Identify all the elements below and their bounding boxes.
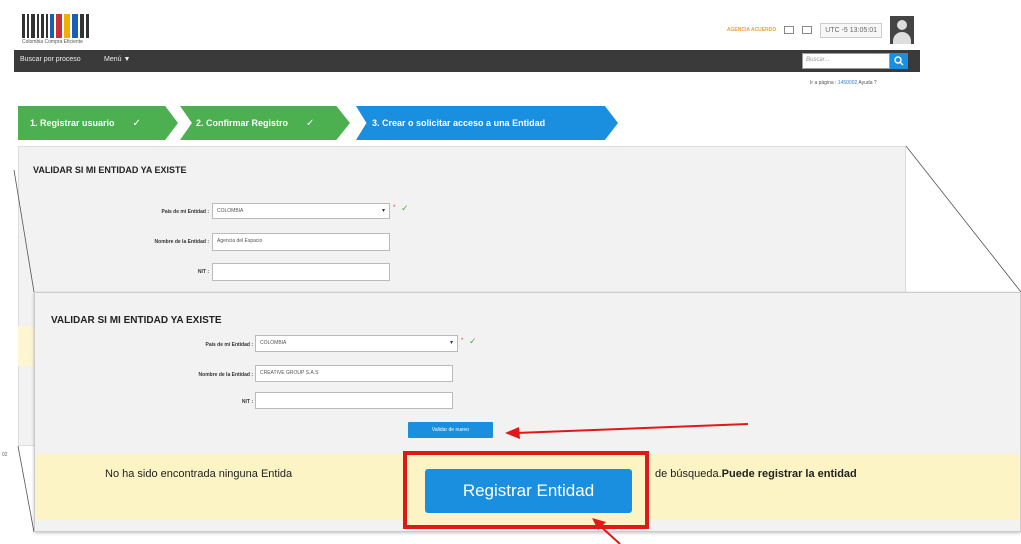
nit-input[interactable] <box>255 392 453 409</box>
country-label: País de mi Entidad : <box>205 342 253 348</box>
valid-check-icon: ✓ <box>469 336 477 346</box>
register-highlight-box: Registrar Entidad <box>403 451 649 529</box>
validate-again-button[interactable]: Validar de nuevo <box>408 422 493 438</box>
register-entity-button[interactable]: Registrar Entidad <box>425 469 632 513</box>
nit-label: NIT : <box>241 399 253 405</box>
result-message-end-text: de búsqueda. <box>655 468 722 480</box>
result-message-end: de búsqueda.Puede registrar la entidad <box>655 468 857 480</box>
result-message-bold: Puede registrar la entidad <box>721 468 857 480</box>
required-marker: * <box>461 338 464 344</box>
country-value: COLOMBIA <box>260 340 287 346</box>
entity-name-input[interactable]: CREATIVE GROUP S.A.S <box>255 365 453 382</box>
country-select[interactable]: COLOMBIA ▾ <box>255 335 458 352</box>
chevron-down-icon: ▾ <box>449 340 453 346</box>
panel-title: VALIDAR SI MI ENTIDAD YA EXISTE <box>51 315 222 326</box>
entity-name-label: Nombre de la Entidad : <box>198 372 253 378</box>
page: Colombia Compra Eficiente AGENCIA ACUERD… <box>0 0 1021 544</box>
result-message-start: No ha sido encontrada ninguna Entida <box>105 468 293 480</box>
